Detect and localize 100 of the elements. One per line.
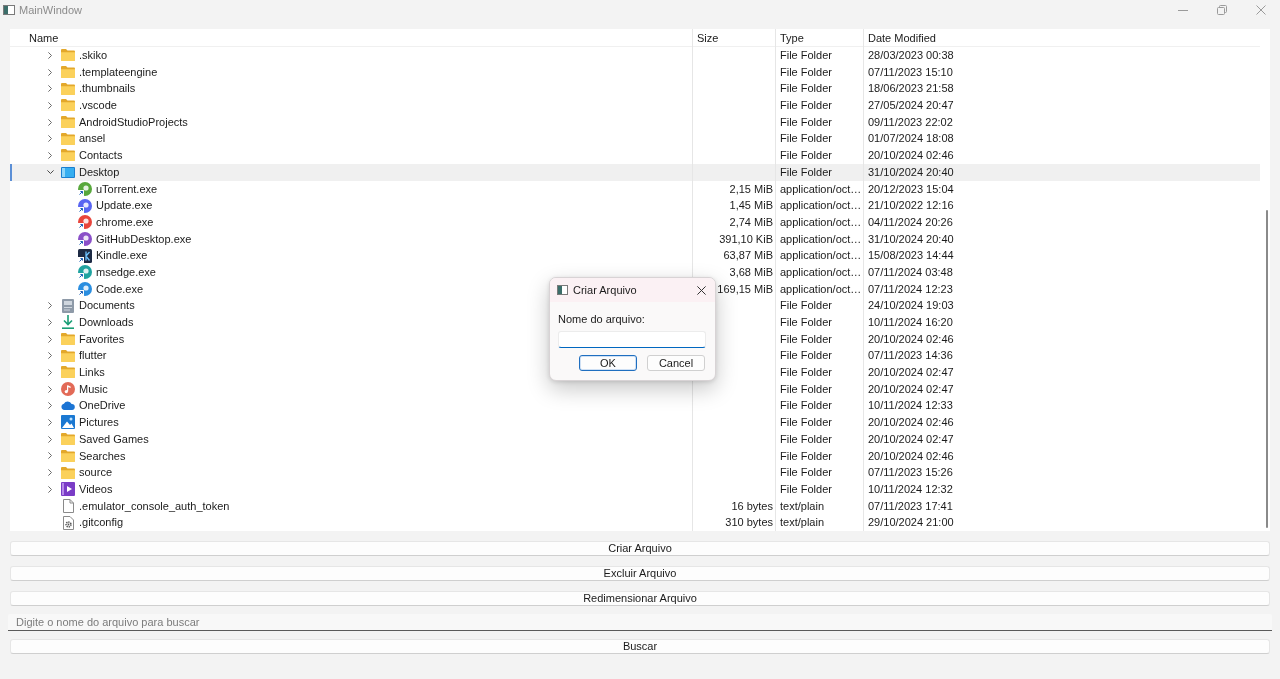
chevron-right-icon[interactable] [48, 335, 52, 343]
chevron-right-icon[interactable] [48, 485, 52, 493]
file-name: msedge.exe [96, 264, 156, 280]
file-name: OneDrive [79, 398, 126, 414]
chevron-right-icon[interactable] [48, 418, 52, 426]
file-type: application/oct… [780, 232, 862, 245]
search-button[interactable]: Buscar [10, 639, 1270, 654]
date-modified: 20/10/2024 02:47 [868, 382, 954, 395]
date-modified: 10/11/2024 12:33 [868, 399, 953, 412]
action-button[interactable]: Redimensionar Arquivo [10, 591, 1270, 606]
chevron-down-icon[interactable] [46, 170, 54, 175]
chevron-right-icon[interactable] [48, 118, 52, 126]
chevron-right-icon[interactable] [48, 402, 52, 410]
tree-row[interactable]: Searches File Folder 20/10/2024 02:46 [10, 447, 1260, 465]
filename-field[interactable] [558, 331, 706, 348]
file-size: 169,15 MiB [717, 282, 773, 295]
music-note-icon [61, 382, 75, 397]
date-modified: 28/03/2023 00:38 [868, 49, 954, 61]
tree-row[interactable]: Update.exe 1,45 MiB application/oct… 21/10/2022 12:16 [10, 197, 1260, 214]
folder-icon [61, 366, 75, 379]
file-type: text/plain [780, 499, 825, 512]
folder-icon [61, 149, 75, 162]
file-type: File Folder [780, 399, 832, 412]
tree-row[interactable]: AndroidStudioProjects File Folder 09/11/2023 22:02 [10, 113, 1260, 131]
tree-row[interactable]: .skiko File Folder 28/03/2023 00:38 [10, 47, 1260, 64]
date-modified: 31/10/2024 20:40 [868, 232, 954, 245]
date-modified: 04/11/2024 20:26 [868, 215, 953, 228]
cloud-icon [61, 401, 75, 411]
date-modified: 29/10/2024 21:00 [868, 516, 954, 529]
chevron-right-icon[interactable] [48, 469, 52, 477]
date-modified: 15/08/2023 14:44 [868, 249, 954, 262]
chevron-right-icon[interactable] [48, 318, 52, 326]
file-size: 63,87 MiB [723, 249, 773, 262]
tree-row[interactable]: Saved Games File Folder 20/10/2024 02:47 [10, 430, 1260, 448]
chevron-right-icon[interactable] [48, 101, 52, 109]
search-field[interactable]: Digite o nome do arquivo para buscar [8, 614, 1272, 631]
tree-row[interactable]: .emulator_console_auth_token 16 bytes text/plain 07/11/2023 17:41 [10, 497, 1260, 515]
date-modified: 10/11/2024 16:20 [868, 316, 953, 328]
action-button[interactable]: Excluir Arquivo [10, 566, 1270, 581]
file-size: 1,45 MiB [729, 199, 773, 212]
app-window-icon [3, 5, 15, 15]
column-header[interactable]: Type [776, 29, 864, 47]
chevron-right-icon[interactable] [48, 151, 52, 159]
column-header[interactable]: Name [10, 29, 693, 47]
tree-row[interactable]: .thumbnails File Folder 18/06/2023 21:58 [10, 80, 1260, 98]
file-type: File Folder [780, 299, 832, 312]
chevron-right-icon[interactable] [48, 85, 52, 93]
file-size: 391,10 KiB [719, 232, 773, 245]
chevron-right-icon[interactable] [48, 135, 52, 143]
file-type: File Folder [780, 332, 832, 345]
file-type: File Folder [780, 132, 832, 145]
chevron-right-icon[interactable] [48, 302, 52, 310]
tree-row[interactable]: .vscode File Folder 27/05/2024 20:47 [10, 97, 1260, 114]
tree-row[interactable]: OneDrive File Folder 10/11/2024 12:33 [10, 397, 1260, 415]
file-type: application/oct… [780, 249, 862, 262]
file-type: File Folder [780, 349, 832, 362]
file-name: Saved Games [79, 431, 149, 447]
folder-icon [61, 66, 75, 79]
date-modified: 24/10/2024 19:03 [868, 299, 954, 312]
date-modified: 27/05/2024 20:47 [868, 99, 954, 112]
scrollbar-thumb[interactable] [1266, 210, 1268, 528]
chevron-right-icon[interactable] [48, 435, 52, 443]
chevron-right-icon[interactable] [48, 68, 52, 76]
chevron-right-icon[interactable] [48, 352, 52, 360]
action-button[interactable]: Criar Arquivo [10, 541, 1270, 556]
tree-row[interactable]: source File Folder 07/11/2023 15:26 [10, 464, 1260, 481]
column-header[interactable]: Date Modified [864, 29, 1260, 47]
screen-icon [61, 166, 75, 178]
tree-row[interactable]: GitHubDesktop.exe 391,10 KiB application/oct… 31/10/2024 20:40 [10, 230, 1260, 248]
date-modified: 07/11/2024 03:48 [868, 265, 953, 278]
folder-icon [61, 466, 75, 479]
chevron-right-icon[interactable] [48, 51, 52, 59]
file-name: Contacts [79, 148, 123, 164]
file-type: File Folder [780, 149, 832, 162]
tree-row[interactable]: uTorrent.exe 2,15 MiB application/oct… 20/12/2023 15:04 [10, 180, 1260, 198]
column-header[interactable]: Size [693, 29, 776, 47]
file-size: 2,74 MiB [729, 215, 773, 228]
file-name: Searches [79, 448, 126, 464]
tree-row[interactable]: Desktop File Folder 31/10/2024 20:40 [10, 163, 1260, 181]
file-type: File Folder [780, 466, 832, 479]
close-icon [1255, 5, 1266, 15]
date-modified: 20/10/2024 02:47 [868, 366, 954, 379]
chevron-right-icon[interactable] [48, 368, 52, 376]
file-name: .thumbnails [79, 81, 136, 97]
tree-row[interactable]: Kindle.exe 63,87 MiB application/oct… 15/08/2023 14:44 [10, 247, 1260, 264]
chevron-right-icon[interactable] [48, 385, 52, 393]
file-size: 16 bytes [731, 499, 773, 512]
tree-row[interactable]: chrome.exe 2,74 MiB application/oct… 04/11/2024 20:26 [10, 213, 1260, 231]
tree-row[interactable]: Contacts File Folder 20/10/2024 02:46 [10, 147, 1260, 164]
tree-row[interactable]: Pictures File Folder 20/10/2024 02:46 [10, 414, 1260, 431]
file-type: application/oct… [780, 265, 862, 278]
tree-row[interactable]: ansel File Folder 01/07/2024 18:08 [10, 130, 1260, 148]
tree-row[interactable]: .templateengine File Folder 07/11/2023 15:10 [10, 63, 1260, 81]
tree-row[interactable]: .gitconfig 310 bytes text/plain 29/10/2024 21:00 [10, 514, 1260, 531]
folder-icon [61, 82, 75, 95]
chevron-right-icon[interactable] [48, 452, 52, 460]
tree-row[interactable]: Videos File Folder 10/11/2024 12:32 [10, 480, 1260, 498]
document-icon [62, 298, 74, 313]
file-type: File Folder [780, 316, 832, 328]
file-size: 310 bytes [725, 516, 773, 529]
